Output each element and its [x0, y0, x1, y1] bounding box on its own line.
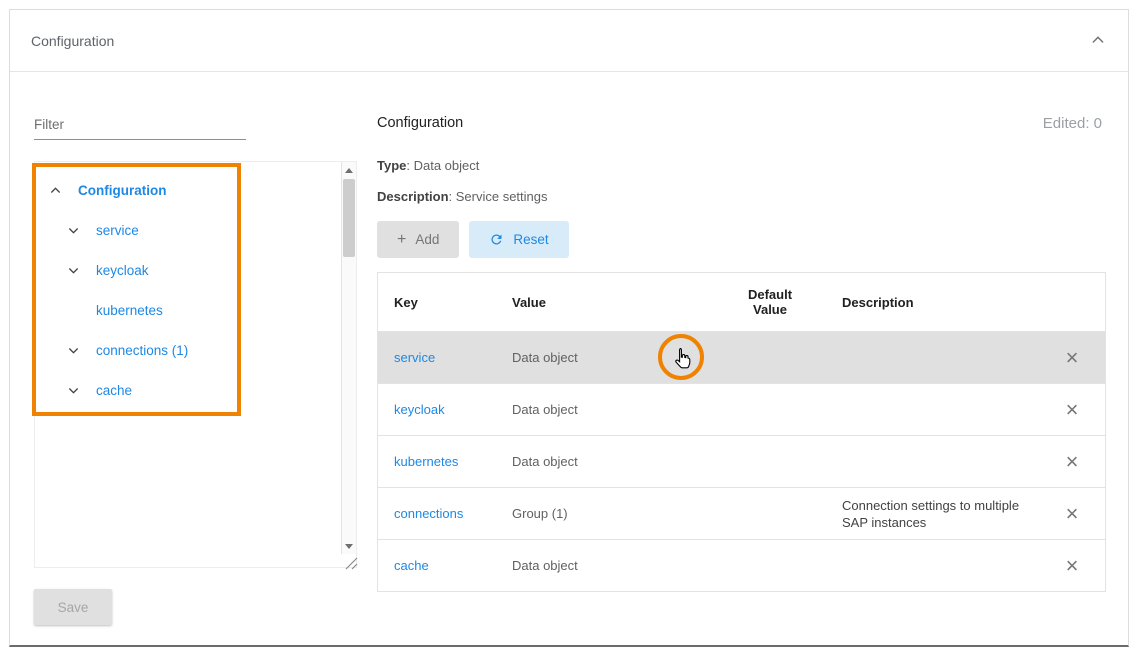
type-value: : Data object [406, 158, 479, 173]
delete-row-icon[interactable]: × [1039, 555, 1105, 577]
chevron-down-icon[interactable] [67, 343, 81, 357]
description-value: : Service settings [449, 189, 548, 204]
chevron-down-icon[interactable] [67, 263, 81, 277]
tree-item-label: service [96, 223, 139, 238]
column-header-default-value: Default Value [714, 279, 826, 325]
tree-item-label: cache [96, 383, 132, 398]
tree-item-label: Configuration [78, 183, 166, 198]
table-row-connections[interactable]: connections Group (1) Connection setting… [378, 487, 1105, 539]
key-link[interactable]: cache [378, 550, 496, 581]
value-cell: Group (1) [496, 498, 714, 529]
delete-row-icon[interactable]: × [1039, 347, 1105, 369]
description-cell [826, 454, 1039, 470]
save-button[interactable]: Save [34, 589, 112, 625]
add-button-label: Add [415, 232, 439, 247]
details-title: Configuration [377, 115, 463, 131]
default-value-cell [714, 350, 826, 366]
table-row-kubernetes[interactable]: kubernetes Data object × [378, 435, 1105, 487]
column-header-key: Key [378, 287, 496, 318]
panel-title: Configuration [31, 33, 114, 49]
column-header-description: Description [826, 287, 1039, 318]
description-line: Description: Service settings [377, 189, 548, 204]
description-label: Description [377, 189, 449, 204]
chevron-down-icon[interactable] [67, 223, 81, 237]
description-cell: Connection settings to multiple SAP inst… [826, 489, 1039, 539]
value-cell: Data object [496, 342, 714, 373]
table-row-cache[interactable]: cache Data object × [378, 539, 1105, 591]
toolbar: + Add Reset [377, 221, 569, 258]
tree-scrollbar[interactable] [341, 162, 356, 554]
scroll-down-icon[interactable] [342, 539, 356, 553]
key-link[interactable]: keycloak [378, 394, 496, 425]
add-button[interactable]: + Add [377, 221, 459, 258]
tree-item-service[interactable]: service [35, 210, 356, 250]
type-label: Type [377, 158, 406, 173]
default-value-cell [714, 506, 826, 522]
tree-item-kubernetes[interactable]: kubernetes [35, 290, 356, 330]
default-value-cell [714, 454, 826, 470]
table-row-keycloak[interactable]: keycloak Data object × [378, 383, 1105, 435]
plus-icon: + [397, 231, 406, 249]
chevron-up-icon[interactable] [49, 183, 63, 197]
value-cell: Data object [496, 550, 714, 581]
tree-item-cache[interactable]: cache [35, 370, 356, 410]
collapse-panel-icon[interactable] [1090, 32, 1106, 48]
table-row-service[interactable]: service Data object × [378, 331, 1105, 383]
table-header-row: Key Value Default Value Description [378, 273, 1105, 331]
tree-item-configuration[interactable]: Configuration [35, 170, 356, 210]
value-cell: Data object [496, 446, 714, 477]
key-link[interactable]: kubernetes [378, 446, 496, 477]
default-value-cell [714, 558, 826, 574]
key-link[interactable]: connections [378, 498, 496, 529]
tree-item-label: connections (1) [96, 343, 188, 358]
tree-item-keycloak[interactable]: keycloak [35, 250, 356, 290]
refresh-icon [489, 232, 504, 247]
tree-item-label: keycloak [96, 263, 149, 278]
chevron-down-icon[interactable] [67, 383, 81, 397]
key-link[interactable]: service [378, 342, 496, 373]
config-table: Key Value Default Value Description serv… [377, 272, 1106, 592]
tree-item-label: kubernetes [96, 303, 163, 318]
default-value-cell [714, 402, 826, 418]
panel-header: Configuration [10, 10, 1128, 72]
screen: Configuration Configuration service [0, 0, 1138, 654]
delete-row-icon[interactable]: × [1039, 399, 1105, 421]
delete-row-icon[interactable]: × [1039, 503, 1105, 525]
column-header-value: Value [496, 287, 714, 318]
delete-row-icon[interactable]: × [1039, 451, 1105, 473]
tree-item-connections[interactable]: connections (1) [35, 330, 356, 370]
scrollbar-thumb[interactable] [343, 179, 355, 257]
scroll-up-icon[interactable] [342, 163, 356, 177]
configuration-panel: Configuration Configuration service [9, 9, 1129, 647]
config-tree: Configuration service keycloak kubernete… [34, 161, 357, 568]
reset-button-label: Reset [513, 232, 548, 247]
column-header-actions [1039, 294, 1105, 310]
edited-count: Edited: 0 [1043, 115, 1102, 132]
filter-input[interactable] [34, 110, 246, 140]
type-line: Type: Data object [377, 158, 479, 173]
reset-button[interactable]: Reset [469, 221, 568, 258]
description-cell [826, 402, 1039, 418]
description-cell [826, 350, 1039, 366]
value-cell: Data object [496, 394, 714, 425]
description-cell [826, 558, 1039, 574]
resize-handle-icon[interactable] [344, 556, 358, 570]
